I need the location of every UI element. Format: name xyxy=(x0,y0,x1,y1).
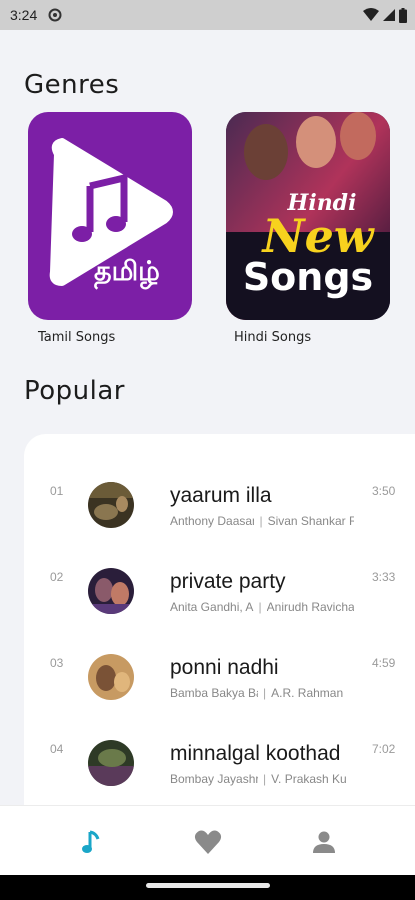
genre-card-tamil[interactable]: தமிழ் xyxy=(28,112,192,320)
track-album-art xyxy=(88,568,134,614)
status-indicators xyxy=(363,6,407,24)
genres-heading: Genres xyxy=(24,70,120,100)
track-artist-primary: Anthony Daasan xyxy=(170,514,255,528)
track-title: minnalgal koothad xyxy=(170,742,341,765)
track-album-art xyxy=(88,482,134,528)
home-gesture-handle[interactable] xyxy=(146,883,270,888)
artist-separator: | xyxy=(263,772,267,786)
track-row[interactable]: 01 yaarum illa Anthony Daasan | Sivan Sh… xyxy=(24,476,415,562)
status-time: 3:24 xyxy=(10,7,38,23)
nav-profile-tab[interactable] xyxy=(308,826,340,858)
track-title: yaarum illa xyxy=(170,484,272,507)
genre-label-hindi[interactable]: Hindi Songs xyxy=(234,330,311,345)
signal-icon xyxy=(383,9,395,21)
status-bar: 3:24 xyxy=(0,0,415,30)
nav-music-tab[interactable] xyxy=(76,826,108,858)
track-artist-secondary: Sivan Shankar R xyxy=(267,514,354,528)
track-number: 03 xyxy=(50,656,64,670)
system-gesture-bar xyxy=(0,875,415,900)
track-artists: Bamba Bakya Ba | A.R. Rahman xyxy=(170,686,354,700)
track-artist-secondary: Anirudh Ravichar xyxy=(266,600,354,614)
track-duration: 7:02 xyxy=(372,742,396,756)
track-number: 04 xyxy=(50,742,64,756)
track-artist-primary: Anita Gandhi, A xyxy=(170,600,254,614)
track-number: 02 xyxy=(50,570,64,584)
track-number: 01 xyxy=(50,484,64,498)
heart-icon xyxy=(194,830,222,854)
genre-label-tamil[interactable]: Tamil Songs xyxy=(38,330,115,345)
genre-card-hindi[interactable]: Hindi New Songs xyxy=(226,112,390,320)
artist-separator: | xyxy=(263,686,267,700)
track-title: private party xyxy=(170,570,286,593)
track-duration: 3:33 xyxy=(372,570,396,584)
tamil-cover-text: தமிழ் xyxy=(94,256,160,287)
hindi-cover-art: Hindi New Songs xyxy=(226,112,390,320)
bottom-navigation xyxy=(0,805,415,875)
popular-heading: Popular xyxy=(24,376,125,406)
wifi-icon xyxy=(363,8,379,21)
track-artist-primary: Bamba Bakya Ba xyxy=(170,686,258,700)
track-artist-secondary: V. Prakash Ku xyxy=(271,772,347,786)
track-artist-primary: Bombay Jayashr xyxy=(170,772,258,786)
artist-separator: | xyxy=(258,600,262,614)
track-row[interactable]: 03 ponni nadhi Bamba Bakya Ba | A.R. Rah… xyxy=(24,648,415,734)
settings-notification-icon xyxy=(48,8,62,22)
nav-favorites-tab[interactable] xyxy=(192,826,224,858)
track-duration: 3:50 xyxy=(372,484,396,498)
music-note-icon xyxy=(82,830,100,853)
track-album-art xyxy=(88,740,134,786)
person-icon xyxy=(313,831,335,853)
battery-icon xyxy=(399,7,407,23)
hindi-cover-word-3: Songs xyxy=(243,255,373,299)
track-title: ponni nadhi xyxy=(170,656,279,679)
artist-separator: | xyxy=(259,514,263,528)
track-artists: Bombay Jayashr | V. Prakash Ku xyxy=(170,772,354,786)
track-artists: Anita Gandhi, A | Anirudh Ravichar xyxy=(170,600,354,614)
track-artist-secondary: A.R. Rahman xyxy=(271,686,344,700)
track-row[interactable]: 02 private party Anita Gandhi, A | Aniru… xyxy=(24,562,415,648)
track-duration: 4:59 xyxy=(372,656,396,670)
track-artists: Anthony Daasan | Sivan Shankar R xyxy=(170,514,354,528)
track-album-art xyxy=(88,654,134,700)
